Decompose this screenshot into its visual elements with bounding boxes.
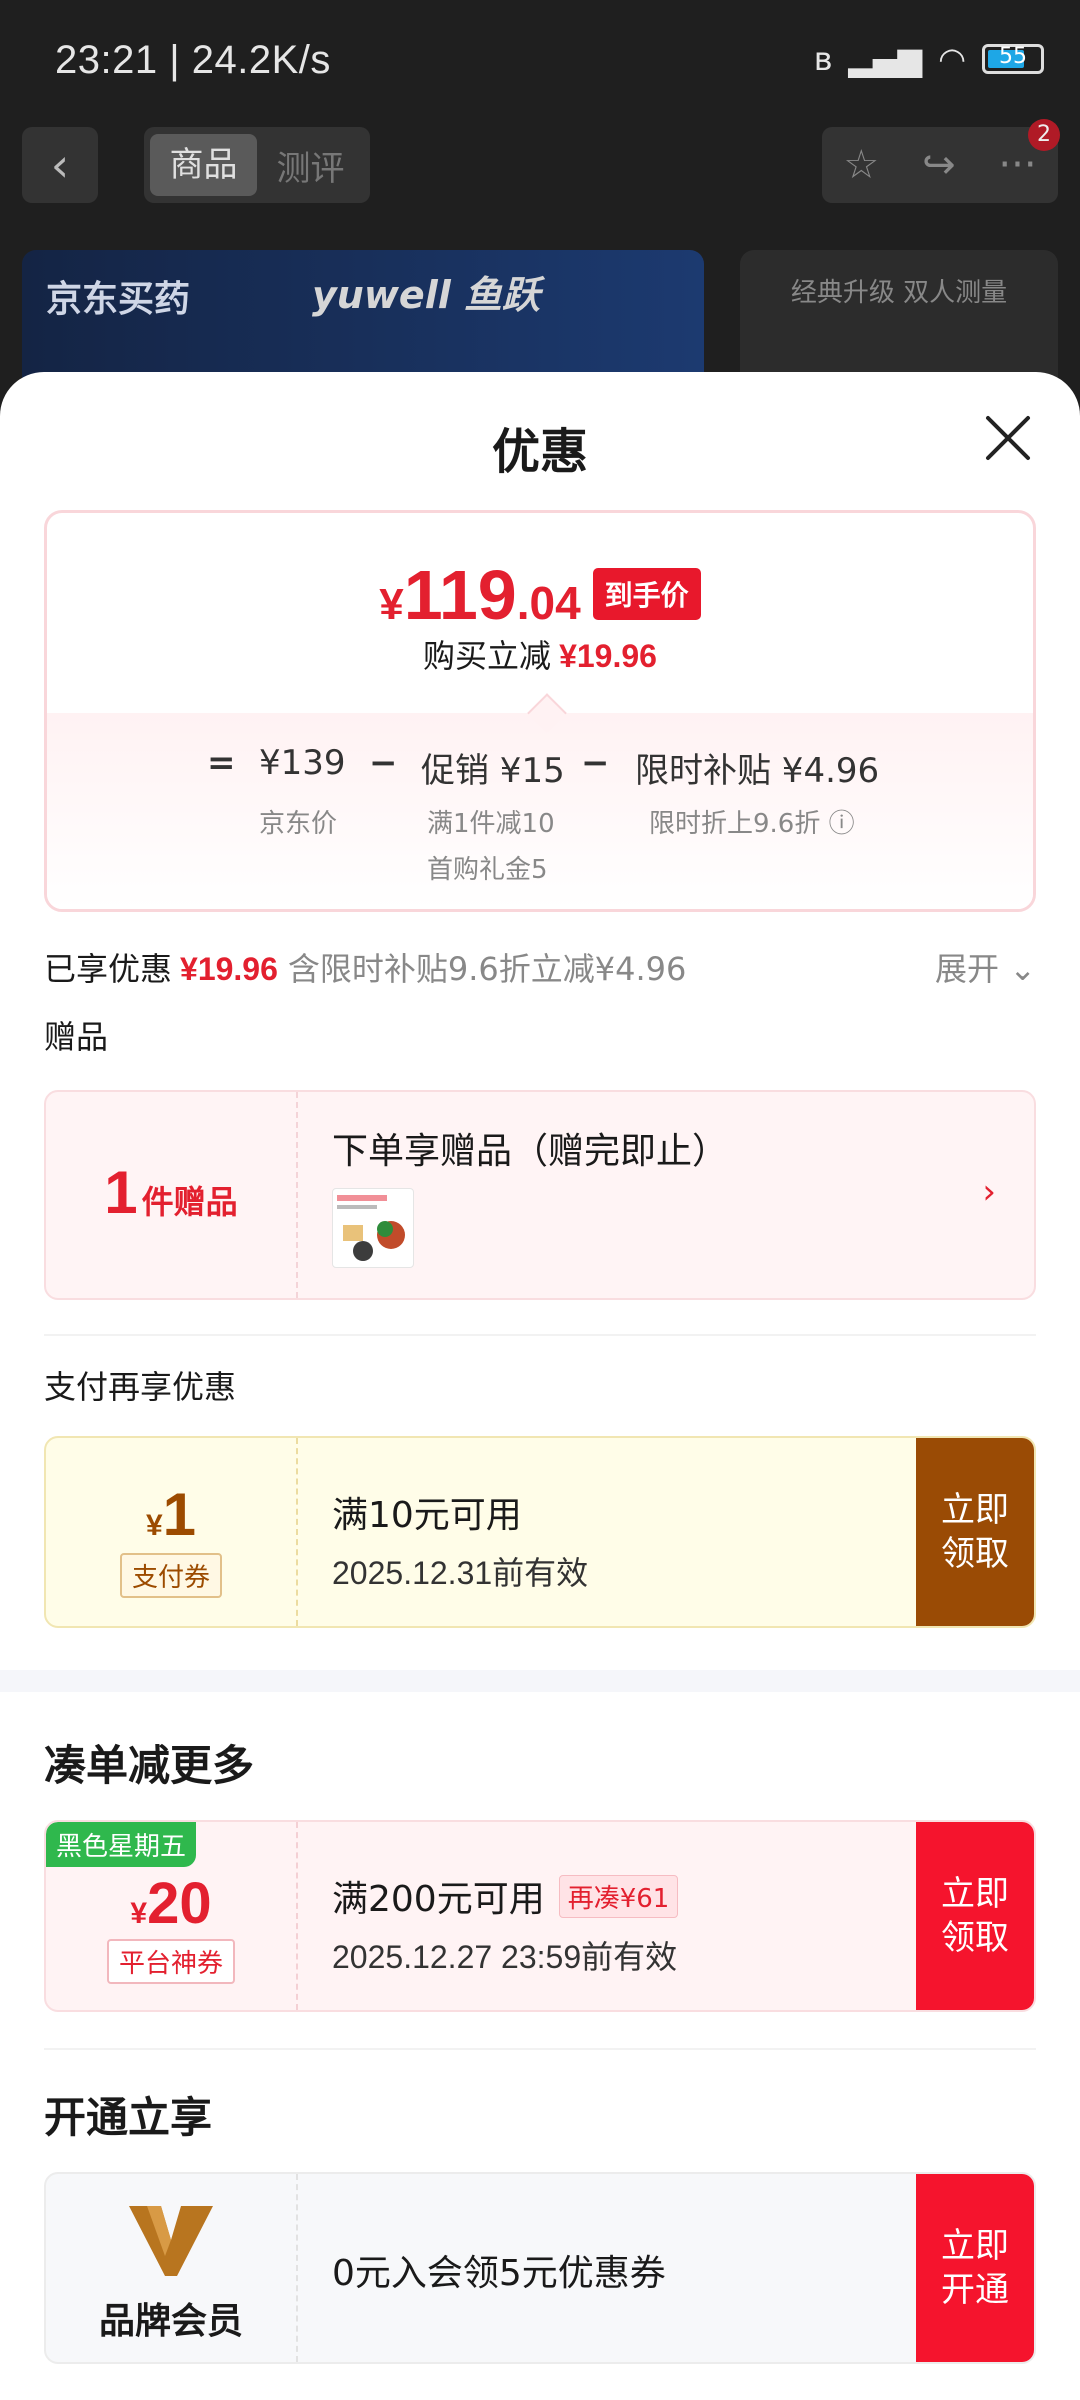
open-section-title: 开通立享 <box>44 2093 213 2142</box>
black-friday-ribbon: 黑色星期五 <box>46 1822 197 1867</box>
brand-member-logo-area: 品牌会员 <box>46 2174 298 2362</box>
pay-coupon-tag: 支付券 <box>119 1553 222 1598</box>
jd-price: ¥139 <box>259 743 346 783</box>
subsidy-sub: 限时折上9.6折 ⓘ <box>649 809 855 839</box>
more-section-title: 凑单减更多 <box>44 1741 255 1790</box>
brand-member-card: 品牌会员 0元入会领5元优惠券 立即 开通 <box>44 2172 1036 2364</box>
price-breakdown-card: ¥119.04 到手价 购买立减 ¥19.96 = ¥139 − 促销 ¥15 −… <box>44 510 1036 912</box>
gift-section-label: 赠品 <box>44 1018 109 1056</box>
jd-price-label: 京东价 <box>259 809 338 839</box>
pay-coupon-expiry: 2025.12.31前有效 <box>332 1555 589 1591</box>
platform-coupon-tag: 平台神券 <box>106 1939 235 1984</box>
formula-equals: = <box>207 743 236 783</box>
section-separator <box>0 1670 1080 1692</box>
notification-badge: 2 <box>1028 119 1060 151</box>
pay-section-label: 支付再享优惠 <box>44 1368 237 1406</box>
gift-thumbnail <box>332 1188 414 1268</box>
status-time: 23:21 | 24.2K/s <box>55 38 331 82</box>
battery-icon: 55 <box>982 44 1044 74</box>
member-offer-text: 0元入会领5元优惠券 <box>332 2253 666 2294</box>
claim-pay-coupon-button[interactable]: 立即 领取 <box>916 1438 1034 1626</box>
back-button[interactable]: ‹ <box>22 127 98 203</box>
banner-right-text: 经典升级 双人测量 <box>790 278 1008 308</box>
background-page: 23:21 | 24.2K/s ʙ ▂▄▆ ◠ 55 ‹ 商品 测评 ☆ ↪ ·… <box>0 0 1080 420</box>
open-membership-button[interactable]: 立即 开通 <box>916 2174 1034 2362</box>
banner-brand: 京东买药 <box>46 279 191 320</box>
chevron-right-icon[interactable]: › <box>982 1172 996 1212</box>
platform-coupon-condition: 满200元可用 <box>332 1879 545 1920</box>
chevron-down-icon: ⌄ <box>1009 950 1036 988</box>
final-price-tag: 到手价 <box>592 568 701 620</box>
gift-title: 下单享赠品（赠完即止） <box>332 1131 729 1172</box>
product-tabs: 商品 测评 <box>144 127 370 203</box>
share-icon[interactable]: ↪ <box>922 142 956 188</box>
gift-count: 1 件赠品 <box>46 1092 298 1298</box>
status-bar: 23:21 | 24.2K/s ʙ ▂▄▆ ◠ 55 <box>0 0 1080 125</box>
pay-coupon-amount: ¥1 支付券 <box>46 1438 298 1626</box>
gift-card[interactable]: 1 件赠品 下单享赠品（赠完即止） › <box>44 1090 1036 1300</box>
tab-review[interactable]: 测评 <box>257 141 364 190</box>
sheet-title: 优惠 <box>491 424 588 480</box>
status-icons: ʙ ▂▄▆ ◠ 55 <box>814 40 1044 78</box>
enjoyed-discount-row: 已享优惠 ¥19.96 含限时补贴9.6折立减¥4.96 展开 ⌄ <box>44 944 1036 990</box>
subsidy-amount: 限时补贴 ¥4.96 <box>635 751 880 791</box>
final-price-row: ¥119.04 到手价 <box>47 555 1033 635</box>
brand-logo-icon <box>129 2206 213 2276</box>
product-topbar: ‹ 商品 测评 ☆ ↪ ··· 2 <box>0 119 1080 205</box>
claim-platform-coupon-button[interactable]: 立即 领取 <box>916 1822 1034 2010</box>
promo-sub-1: 满1件减10 <box>427 809 555 839</box>
enjoyed-detail: 含限时补贴9.6折立减¥4.96 <box>287 950 687 988</box>
tab-product[interactable]: 商品 <box>150 134 257 196</box>
save-value: ¥19.96 <box>559 638 657 674</box>
expand-toggle[interactable]: 展开 ⌄ <box>935 944 1036 990</box>
promo-amount: 促销 ¥15 <box>421 751 565 791</box>
platform-coupon-amount: 黑色星期五 ¥20 平台神券 <box>46 1822 298 2010</box>
more-icon[interactable]: ··· <box>998 142 1036 188</box>
platform-coupon-expiry: 2025.12.27 23:59前有效 <box>332 1939 678 1975</box>
discount-sheet: 优惠 ¥119.04 到手价 购买立减 ¥19.96 = ¥139 − 促销 ¥1… <box>0 372 1080 2400</box>
signal-icon: ▂▄▆ <box>848 40 923 78</box>
wifi-icon: ◠ <box>938 40 966 78</box>
close-icon[interactable] <box>982 412 1034 464</box>
formula-minus-1: − <box>369 743 398 783</box>
enjoyed-value: ¥19.96 <box>180 951 278 987</box>
divider <box>44 1334 1036 1336</box>
brand-member-label: 品牌会员 <box>98 2301 243 2342</box>
pay-coupon-condition: 满10元可用 <box>332 1495 522 1536</box>
info-icon[interactable]: ⓘ <box>829 809 855 839</box>
favorite-star-icon[interactable]: ☆ <box>843 142 879 188</box>
add-more-tag: 再凑¥61 <box>558 1874 679 1918</box>
save-line: 购买立减 ¥19.96 <box>423 637 657 675</box>
bluetooth-icon: ʙ <box>813 40 833 78</box>
pay-coupon-card: ¥1 支付券 满10元可用 2025.12.31前有效 立即 领取 <box>44 1436 1036 1628</box>
banner-brand-2: yuwell 鱼跃 <box>312 273 540 317</box>
platform-coupon-card: 黑色星期五 ¥20 平台神券 满200元可用 再凑¥61 2025.12.27 2… <box>44 1820 1036 2012</box>
divider <box>44 2048 1036 2050</box>
promo-sub-2: 首购礼金5 <box>427 855 548 885</box>
final-price: ¥119.04 <box>379 556 581 634</box>
action-group: ☆ ↪ ··· 2 <box>822 119 1060 203</box>
formula-minus-2: − <box>581 743 610 783</box>
